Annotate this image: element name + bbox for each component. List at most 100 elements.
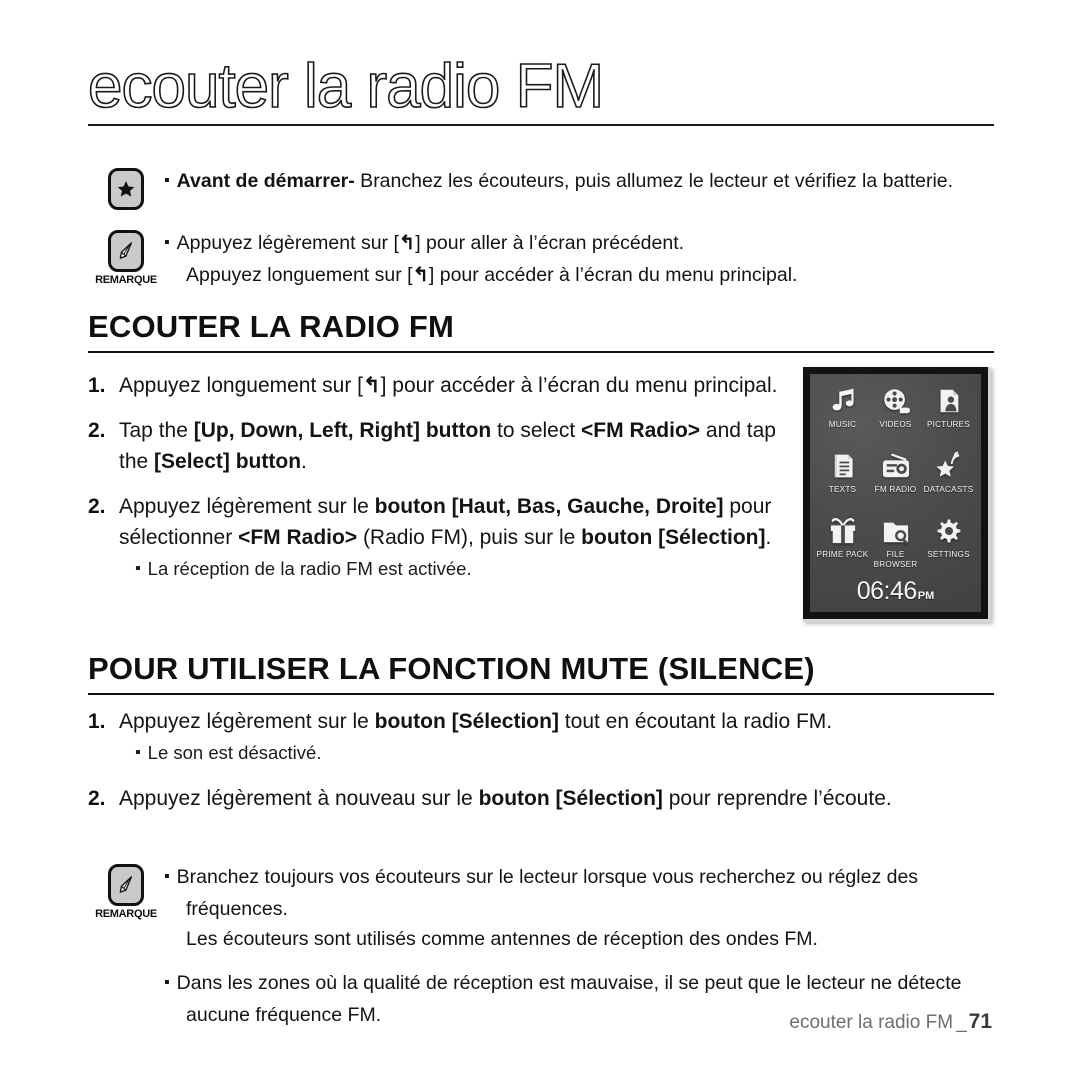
step-text-run: . (301, 450, 307, 473)
device-main-menu-screen: MUSIC VIDEOS PICTURES TEXTS FM RADIO DATACAST… (810, 374, 981, 612)
page-title-block: ecouter la radio FM (87, 51, 994, 126)
step-sub-note: La réception de la radio FM est activée. (119, 555, 778, 585)
device-menu-item-music[interactable]: MUSIC (816, 383, 869, 447)
before-you-start-text: Avant de démarrer- Branchez les écouteur… (164, 166, 994, 198)
title-divider (88, 124, 994, 126)
device-clock: 06:46PM (816, 577, 975, 608)
remarque-note-top-text: Appuyez légèrement sur [↰] pour aller à … (164, 228, 994, 290)
device-menu-item-label: PRIME PACK (816, 550, 869, 559)
step-text-run: (Radio FM), puis sur le (357, 526, 582, 549)
step-text-run: <FM Radio> (581, 419, 701, 442)
step-text: Appuyez légèrement à nouveau sur le bout… (119, 783, 994, 814)
page-number: 71 (968, 1010, 992, 1033)
step-sub-note: Le son est désactivé. (119, 739, 994, 769)
step-item: 2. Appuyez légèrement à nouveau sur le bo… (88, 783, 994, 814)
page-footer: ecouter la radio FM _71 (789, 1010, 992, 1034)
remarque-pencil-icon (108, 864, 144, 906)
step-text-run: Appuyez légèrement sur le (119, 710, 375, 733)
step-text-run: tout en écoutant la radio FM. (558, 710, 833, 733)
step-sub-note-text: La réception de la radio FM est activée. (147, 558, 472, 579)
remarque-line1-a: Appuyez légèrement sur [ (176, 232, 399, 254)
section-heading-mute: POUR UTILISER LA FONCTION MUTE (SILENCE) (88, 650, 994, 695)
footer-text: ecouter la radio FM (789, 1012, 954, 1033)
section1-title: ECOUTER LA RADIO FM (88, 309, 455, 344)
step-item: 1. Appuyez longuement sur [↰] pour accéde… (88, 370, 778, 401)
step-text-run: ] pour accéder à l’écran du menu princip… (380, 374, 778, 397)
remarque-icon-col-bottom: REMARQUE (88, 862, 164, 920)
step-item: 2. Appuyez légèrement sur le bouton [Haut… (88, 491, 778, 585)
step-sub-note-text: Le son est désactivé. (147, 742, 322, 763)
device-menu-item-label: MUSIC (828, 420, 857, 429)
step-text-run: bouton [Haut, Bas, Gauche, Droite] (374, 495, 724, 518)
music-note-icon (828, 383, 858, 419)
device-menu-item-label: SETTINGS (927, 550, 970, 559)
back-arrow-icon: ↰ (362, 374, 381, 397)
device-clock-ampm: PM (917, 590, 935, 602)
device-menu-item-videos[interactable]: VIDEOS (869, 383, 922, 447)
device-menu-item-label: FM RADIO (874, 485, 917, 494)
step-number: 2. (88, 495, 106, 518)
device-clock-time: 06:46 (856, 577, 918, 605)
step-text: Appuyez légèrement sur le bouton [Haut, … (119, 491, 778, 585)
step-number: 1. (88, 374, 106, 397)
step-text-run: [Select] button (154, 450, 302, 473)
bullet-icon (135, 558, 148, 579)
step-text-run: bouton [Sélection] (478, 787, 663, 810)
step-text-run: to select (491, 419, 582, 442)
step-number: 2. (88, 787, 106, 810)
fm-radio-icon (880, 448, 912, 484)
before-you-start-lead: Avant de démarrer- (176, 170, 355, 192)
star-badge-icon (108, 168, 144, 210)
device-menu-item-texts[interactable]: TEXTS (816, 448, 869, 512)
device-menu-item-file-browser[interactable]: FILE BROWSER (869, 513, 922, 577)
device-menu-item-label: DATACASTS (923, 485, 974, 494)
step-text-run: Appuyez légèrement à nouveau sur le (119, 787, 479, 810)
section2-title: POUR UTILISER LA FONCTION MUTE (SILENCE) (88, 651, 815, 686)
folder-search-icon (881, 513, 911, 549)
footer-separator: _ (956, 1012, 967, 1033)
remarque-line2-b: ] pour accéder à l’écran du menu princip… (428, 264, 798, 286)
gear-icon (935, 513, 963, 549)
device-screenshot: MUSIC VIDEOS PICTURES TEXTS FM RADIO DATACAST… (803, 367, 991, 622)
device-menu-item-label: VIDEOS (879, 420, 912, 429)
step-item: 1. Appuyez légèrement sur le bouton [Séle… (88, 706, 994, 769)
star-broadcast-icon (933, 448, 965, 484)
picture-portrait-icon (934, 383, 964, 419)
section-heading-ecouter-la-radio-fm: ECOUTER LA RADIO FM (88, 308, 994, 353)
step-text-run: <FM Radio> (238, 526, 358, 549)
step-item: 2. Tap the [Up, Down, Left, Right] button… (88, 415, 778, 477)
star-badge-col (88, 166, 164, 210)
step-text: Tap the [Up, Down, Left, Right] button t… (119, 415, 778, 477)
device-menu-item-settings[interactable]: SETTINGS (922, 513, 975, 577)
remarque-bottom-b1l1: Branchez toujours vos écouteurs sur le l… (176, 866, 919, 920)
step-text-run: bouton [Sélection] (374, 710, 559, 733)
remarque-note-top: REMARQUE Appuyez légèrement sur [↰] pour… (88, 228, 994, 290)
bullet-icon (135, 742, 148, 763)
remarque-pencil-icon (108, 230, 144, 272)
device-menu-item-fm-radio[interactable]: FM RADIO (869, 448, 922, 512)
step-text-run: Appuyez légèrement sur le (119, 495, 375, 518)
step-number: 1. (88, 710, 106, 733)
section1-step-list: 1. Appuyez longuement sur [↰] pour accéde… (88, 370, 778, 599)
remarque-note-bottom: REMARQUE Branchez toujours vos écouteurs… (88, 862, 994, 1030)
section2-step-list: 1. Appuyez légèrement sur le bouton [Séle… (88, 706, 994, 828)
step-text-run: Appuyez longuement sur [ (119, 374, 363, 397)
step-number: 2. (88, 419, 106, 442)
remarque-bottom-b1l2: Les écouteurs sont utilisés comme antenn… (186, 928, 818, 950)
step-text-run: [Up, Down, Left, Right] button (193, 419, 492, 442)
device-menu-item-pictures[interactable]: PICTURES (922, 383, 975, 447)
device-menu-grid: MUSIC VIDEOS PICTURES TEXTS FM RADIO DATACAST… (816, 383, 975, 577)
step-text-run: Tap the (119, 419, 194, 442)
device-menu-item-label: TEXTS (828, 485, 857, 494)
device-menu-item-label: FILE BROWSER (873, 550, 918, 569)
device-menu-item-datacasts[interactable]: DATACASTS (922, 448, 975, 512)
before-you-start-body: Branchez les écouteurs, puis allumez le … (354, 170, 954, 192)
device-menu-item-prime-pack[interactable]: PRIME PACK (816, 513, 869, 577)
before-you-start-note: Avant de démarrer- Branchez les écouteur… (88, 166, 994, 210)
step-text-run: pour reprendre l’écoute. (662, 787, 892, 810)
back-arrow-icon: ↰ (412, 264, 429, 286)
film-reel-icon (881, 383, 911, 419)
text-document-icon (829, 448, 857, 484)
manual-page: ecouter la radio FM Avant de démarrer- B… (0, 0, 1080, 1080)
gift-box-icon (828, 513, 858, 549)
